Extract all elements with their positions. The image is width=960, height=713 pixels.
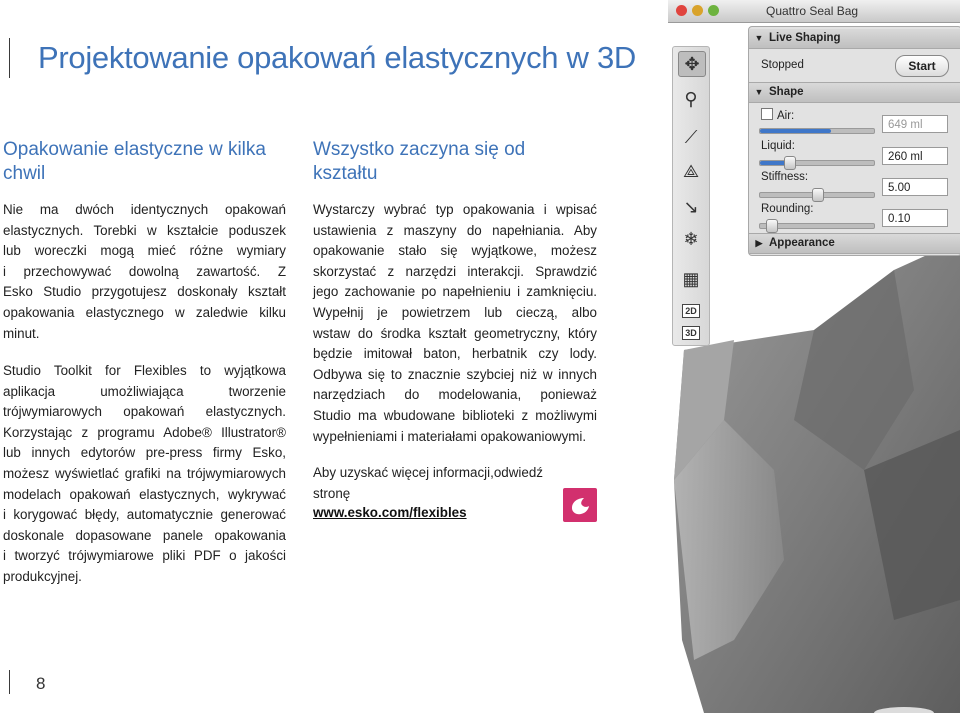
stiffness-slider[interactable] (759, 188, 875, 202)
page-number: 8 (36, 674, 46, 693)
status-text: Stopped (761, 59, 804, 71)
disclosure-closed-icon: ▶ (755, 238, 763, 248)
panel-icon[interactable]: ▦ (678, 267, 704, 291)
left-heading: Opakowanie elastyczne w kilka chwil (3, 139, 266, 184)
rounding-slider[interactable] (759, 219, 875, 233)
liquid-slider-knob[interactable] (783, 156, 796, 170)
middle-paragraph-2: Aby uzyskać więcej informacji,odwiedź st… (313, 463, 563, 504)
middle-heading: Wszystko zaczyna się od kształtu (313, 139, 526, 184)
text-line: skorzystać z narzędzi interakcji. Sprawd… (313, 263, 597, 279)
text-line: Korzystając z programu Adobe® Illustrato… (3, 424, 286, 440)
stiffness-field[interactable]: 5.00 (882, 178, 948, 196)
text-line: Aby uzyskać więcej informacji, (313, 465, 494, 480)
text-line: modelach opakowań elastycznych, wykrywać (3, 486, 286, 502)
view-3d-button[interactable]: 3D (678, 321, 704, 345)
text-line: produkcyjnej. (3, 568, 82, 584)
text-line: lub woreczki mogą mieć różne wymiary (3, 243, 286, 259)
esko-link[interactable]: www.esko.com/flexibles (313, 505, 467, 520)
liquid-field[interactable]: 260 ml (882, 147, 948, 165)
close-icon[interactable] (676, 5, 687, 16)
rounding-slider-knob[interactable] (766, 219, 779, 233)
zoom-magnifier-icon[interactable]: ⚲ (678, 87, 704, 111)
shape-header[interactable]: ▼ Shape (749, 82, 960, 103)
text-line: Odbywa się to znacznie szybciej niż w in… (313, 366, 597, 382)
text-line: będzie imitował baton, herbatnik czy lod… (313, 346, 597, 362)
text-line: i korygować błędy, automatycznie generow… (3, 507, 286, 523)
text-line: jego zachowanie po napełnieniu i zamknię… (313, 284, 597, 300)
page-title: Projektowanie opakowań elastycznych w 3D (38, 40, 636, 75)
move-icon[interactable]: ✥ (678, 51, 706, 77)
text-line: narzędziach do modelowania, ponieważ (313, 387, 597, 403)
left-paragraph-1: Nie ma dwóch identycznych opakowań elasty… (3, 200, 286, 344)
air-field[interactable]: 649 ml (882, 115, 948, 133)
minimize-icon[interactable] (692, 5, 703, 16)
liquid-label: Liquid: (761, 140, 795, 152)
air-checkbox[interactable] (761, 108, 773, 120)
start-button[interactable]: Start (895, 55, 949, 77)
text-line: i przechowywać dowolną zawartość. Z (3, 263, 286, 279)
text-line: lub innych edytorów pre-press firmy Esko… (3, 445, 286, 461)
text-line: elastycznych. Torebki w kształcie podusz… (3, 222, 286, 238)
live-shaping-panel: ▼ Live Shaping Stopped Start ▼ Shape Air: … (748, 26, 960, 256)
air-label: Air: (761, 108, 794, 122)
text-line: możesz wyświetlać grafiki na trójwymiaro… (3, 465, 286, 481)
liquid-slider[interactable] (759, 156, 875, 170)
text-line: opakowanie stało się wyjątkowe, możesz (313, 243, 597, 259)
zoom-icon[interactable] (708, 5, 719, 16)
text-line: minut. (3, 325, 40, 341)
add-shape-icon[interactable]: ⟁ (678, 159, 704, 183)
window-titlebar: Quattro Seal Bag (668, 0, 960, 23)
live-shaping-header[interactable]: ▼ Live Shaping (749, 29, 960, 49)
freeze-icon[interactable]: ❄ (678, 227, 704, 251)
air-slider[interactable] (759, 128, 875, 134)
text-line: aplikacja umożliwiająca tworzenie (3, 383, 286, 399)
text-line: doskonale dopasowane panele opakowania (3, 527, 286, 543)
disclosure-open-icon: ▼ (754, 33, 764, 43)
stiffness-slider-knob[interactable] (812, 188, 824, 202)
esko-logo (563, 488, 597, 522)
text-line: i tworzyć trójwymiarowe pliki PDF o jako… (3, 548, 286, 564)
window-title: Quattro Seal Bag (766, 4, 859, 18)
text-line: trójwymiarowych opakowań elastycznych. (3, 404, 286, 420)
text-line: wstaw do środka kształt geometryczny, kt… (313, 325, 597, 341)
rounding-field[interactable]: 0.10 (882, 209, 948, 227)
text-line: Wypełnij je powietrzem lub cieczą, albo (313, 304, 597, 320)
text-line: Studio ma wbudowane biblioteki z możliwy… (313, 407, 597, 423)
text-line: Studio Toolkit for Flexibles to wyjątkow… (3, 363, 286, 378)
text-line: opakowania elastycznego w zaledwie kilku (3, 304, 286, 320)
line-tool-icon[interactable]: ↘ (678, 195, 704, 219)
text-line: wypełnieniami i materiałami opakowaniowy… (313, 428, 587, 444)
middle-paragraph-1: Wystarczy wybrać typ opakowania i wpisać… (313, 200, 597, 447)
left-paragraph-2: Studio Toolkit for Flexibles to wyjątkow… (3, 361, 286, 588)
page-number-rule (9, 670, 10, 694)
stiffness-label: Stiffness: (761, 171, 809, 183)
text-line: ustawienia z maszyny do napełniania. Aby (313, 222, 597, 238)
view-2d-button[interactable]: 2D (678, 299, 704, 323)
tools-palette: ✥ ⚲ ⟋ ⟁ ↘ ❄ ▦ 2D 3D (672, 46, 710, 346)
title-rule (9, 38, 10, 78)
ruler-icon[interactable]: ⟋ (678, 125, 704, 149)
disclosure-open-icon: ▼ (754, 87, 764, 97)
rounding-label: Rounding: (761, 203, 814, 215)
text-line: Wystarczy wybrać typ opakowania i wpisać (313, 202, 597, 217)
text-line: Esko Studio przygotujesz doskonały kszta… (3, 284, 286, 300)
text-line: Nie ma dwóch identycznych opakowań (3, 202, 286, 217)
appearance-header[interactable]: ▶ Appearance (749, 233, 960, 254)
